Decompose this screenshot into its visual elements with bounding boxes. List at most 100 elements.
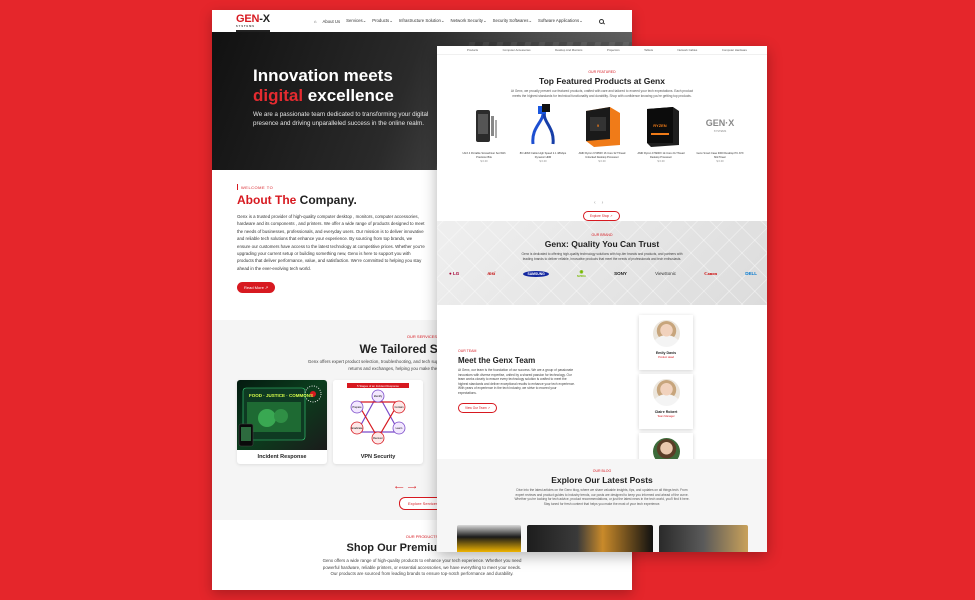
- home-icon[interactable]: ⌂: [314, 19, 317, 24]
- read-more-button[interactable]: Read More ↗: [237, 282, 276, 294]
- product-name: UGX 4 Portable Screwdriver Set With Prec…: [462, 152, 506, 159]
- product-name: AMD Ryzen 9 5900X 12-Core 24-Thread Desk…: [637, 152, 685, 159]
- brands-section: OUR BRAND Genx: Quality You Can Trust Ge…: [437, 221, 767, 305]
- product-name: AMD Ryzen 9 5950X 16 Core 32 Thread Unlo…: [578, 152, 626, 159]
- nav-products[interactable]: Products⌄: [372, 18, 393, 24]
- posts-title: Explore Our Latest Posts: [551, 475, 653, 485]
- cat-desktop-monitors[interactable]: Desktop And Monitors: [555, 48, 582, 54]
- cat-network-cables[interactable]: Network Cables: [678, 48, 698, 54]
- service-card-vpn-security[interactable]: 5 Stages of an Incident Response Identif…: [333, 380, 423, 464]
- cat-computer-accessories[interactable]: Computer Accessories: [503, 48, 531, 54]
- hero-title-rest: excellence: [303, 86, 394, 105]
- logo-subtext: SYSTEMS: [236, 24, 255, 28]
- ryzen-9-box-image: 9: [577, 102, 627, 150]
- logo-x: -X: [259, 12, 270, 25]
- brands-eyebrow: OUR BRAND: [591, 233, 613, 237]
- member-name: Claire Robert: [654, 410, 678, 414]
- nav-infrastructure[interactable]: Infrastructure Solution⌄: [399, 18, 445, 24]
- nav-services[interactable]: Services⌄: [346, 18, 366, 24]
- service-card-incident-response[interactable]: FOOD · JUSTICE · COMMONS Incident Respon…: [237, 380, 327, 464]
- team-member-card[interactable]: Emily Davis Product Head: [639, 315, 693, 370]
- nav-network-security[interactable]: Network Security⌄: [450, 18, 486, 24]
- posts-body: Dive into the latest articles on the Gen…: [514, 488, 690, 506]
- product-card[interactable]: RYZEN AMD Ryzen 9 5900X 12-Core 24-Threa…: [636, 102, 686, 163]
- posts-section: OUR BLOG Explore Our Latest Posts Dive i…: [437, 459, 767, 552]
- view-team-button[interactable]: View Our Team ↗: [458, 402, 498, 413]
- cat-products[interactable]: Products: [467, 48, 478, 54]
- post-thumbnail[interactable]: [527, 525, 653, 552]
- nav-software-applications-label: Software Applications: [538, 18, 580, 23]
- view-team-label: View Our Team: [465, 405, 487, 410]
- samsung-logo[interactable]: SAMSUNG: [523, 270, 549, 277]
- cat-computer-hardware[interactable]: Computer Hardware: [722, 48, 747, 54]
- nav-security-software[interactable]: Security Softwares⌄: [493, 18, 532, 24]
- member-role: Team Manager: [657, 415, 675, 418]
- genx-placeholder-image: GEN·X SYSTEMS: [695, 102, 745, 150]
- nav-infrastructure-label: Infrastructure Solution: [398, 18, 441, 23]
- incident-response-image: FOOD · JUSTICE · COMMONS: [237, 380, 327, 450]
- explore-shop-label: Explore Shop: [590, 214, 610, 218]
- product-price: $ 0.00: [539, 160, 547, 164]
- product-carousel-arrows: ‹›: [594, 200, 609, 206]
- category-nav: Products Computer Accessories Desktop An…: [437, 46, 767, 55]
- search-icon[interactable]: [598, 18, 604, 24]
- product-card[interactable]: 8K HDMI Cable High Speed 2.1 48Gbps Dyna…: [518, 102, 568, 163]
- svg-text:RYZEN: RYZEN: [653, 123, 667, 128]
- cat-tablets[interactable]: Tablets: [644, 48, 653, 54]
- product-card[interactable]: GEN·X SYSTEMS Genx Smart Case 3000 Deskto…: [695, 102, 745, 163]
- hero-subtitle: We are a passionate team dedicated to tr…: [253, 111, 429, 127]
- sony-logo[interactable]: SONY: [614, 271, 627, 276]
- arrow-right-icon[interactable]: ›: [602, 200, 610, 206]
- product-name: Genx Smart Case 3000 Desktop PC ATX Mid …: [696, 152, 744, 159]
- member-name: Emily Davis: [655, 351, 677, 355]
- genx-logo[interactable]: GEN-X SYSTEMS: [236, 12, 270, 33]
- diagram-node-prepare: Prepare: [352, 405, 362, 409]
- post-thumbnail[interactable]: [659, 525, 748, 552]
- incident-response-label: Incident Response: [257, 454, 307, 460]
- product-name: 8K HDMI Cable High Speed 2.1 48Gbps Dyna…: [519, 152, 567, 159]
- svg-text:SYSTEMS: SYSTEMS: [714, 129, 727, 133]
- explore-shop-button[interactable]: Explore Shop ↗: [583, 211, 620, 221]
- team-member-card[interactable]: Claire Robert Team Manager: [639, 374, 693, 429]
- dell-logo[interactable]: DELL: [745, 271, 757, 276]
- svg-text:GEN·X: GEN·X: [706, 118, 735, 128]
- nav-products-label: Products: [372, 18, 390, 23]
- avatar: [652, 320, 680, 347]
- about-eyebrow-text: WELCOME TO: [241, 184, 274, 190]
- nav-software-applications[interactable]: Software Applications⌄: [538, 18, 583, 24]
- cat-projectors[interactable]: Projectors: [607, 48, 620, 54]
- nvidia-logo[interactable]: ◉ NVIDIA: [577, 269, 586, 278]
- nav-security-software-label: Security Softwares: [492, 18, 529, 23]
- team-title: Meet the Genx Team: [458, 356, 536, 365]
- arrow-left-icon[interactable]: ⟵: [395, 485, 408, 491]
- canon-logo[interactable]: Canon: [704, 271, 717, 276]
- post-thumbnail[interactable]: [457, 525, 521, 552]
- product-price: $ 0.00: [716, 160, 724, 164]
- hero-title-red: digital: [253, 86, 304, 105]
- hdmi-cable-image: [518, 102, 568, 150]
- diagram-node-learn: Learn: [396, 426, 403, 430]
- read-more-label: Read More: [244, 285, 264, 291]
- eyebrow-bar: [237, 184, 238, 190]
- screwdriver-kit-image: [459, 102, 509, 150]
- diagram-node-identify: Identify: [374, 394, 383, 398]
- arrow-left-icon[interactable]: ‹: [594, 200, 602, 206]
- lg-logo[interactable]: ● LG: [449, 271, 459, 276]
- about-body: Genx is a trusted provider of high-quali…: [237, 214, 425, 271]
- viewsonic-logo[interactable]: ViewSonic: [655, 271, 676, 276]
- explore-services-label: Explore Services: [408, 501, 439, 506]
- nvidia-logo-text: NVIDIA: [577, 275, 586, 279]
- msi-logo[interactable]: msi: [487, 271, 495, 276]
- arrow-right-icon[interactable]: ⟶: [408, 485, 421, 491]
- vpn-security-image: 5 Stages of an Incident Response Identif…: [333, 380, 423, 450]
- product-card[interactable]: UGX 4 Portable Screwdriver Set With Prec…: [459, 102, 509, 163]
- about-title-red: About The: [237, 193, 297, 207]
- incident-image-text: FOOD · JUSTICE · COMMONS: [249, 393, 313, 398]
- product-card[interactable]: 9 AMD Ryzen 9 5950X 16 Core 32 Thread Un…: [577, 102, 627, 163]
- diagram-node-eradicate: Eradicate: [352, 426, 364, 430]
- brands-body: Genx is dedicated to offering high-quali…: [521, 252, 683, 261]
- product-price: $ 0.00: [657, 160, 665, 164]
- nav-network-security-label: Network Security: [450, 18, 483, 23]
- team-eyebrow: OUR TEAM: [458, 349, 477, 353]
- nav-about[interactable]: About Us: [322, 19, 340, 24]
